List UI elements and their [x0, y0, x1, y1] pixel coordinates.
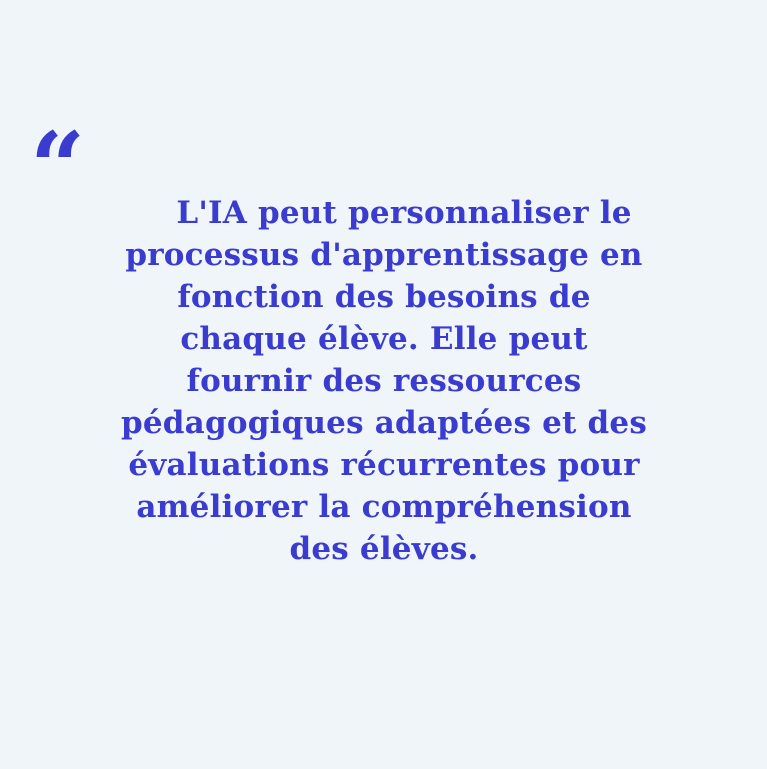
quote-line: fonction des besoins de: [177, 279, 591, 315]
quote-line: fournir des ressources: [186, 363, 582, 399]
quote-line: améliorer la compréhension: [136, 489, 632, 525]
quote-text: L'IA peut personnaliser le processus d'a…: [36, 192, 732, 570]
quote-line: L'IA peut personnaliser le: [176, 195, 632, 231]
quote-line: évaluations récurrentes pour: [128, 447, 640, 483]
quote-line: chaque élève. Elle peut: [180, 321, 588, 357]
quote-card: “ L'IA peut personnaliser le processus d…: [0, 0, 767, 769]
quote-line: pédagogiques adaptées et des: [121, 405, 647, 441]
quote-line: des élèves.: [289, 531, 479, 567]
quote-line: processus d'apprentissage en: [125, 237, 643, 273]
quotation-mark-icon: “: [30, 120, 94, 164]
